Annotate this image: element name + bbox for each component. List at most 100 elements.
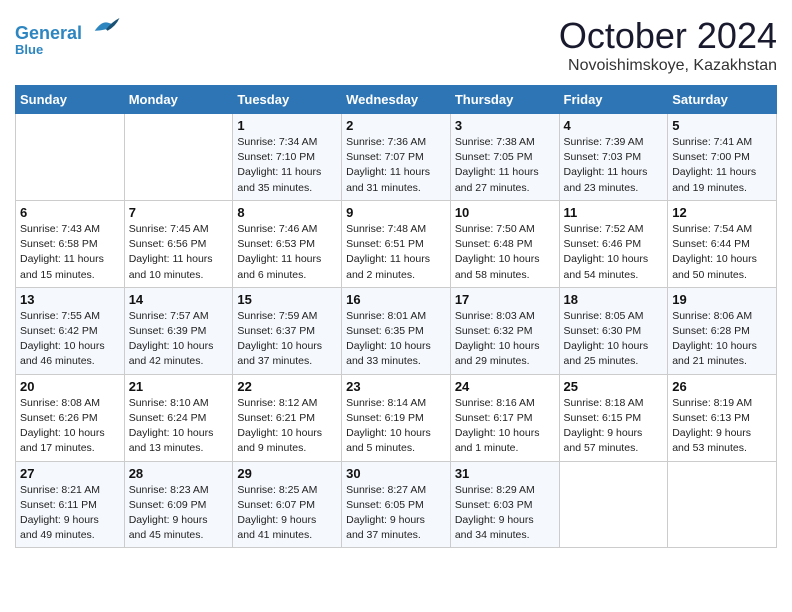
day-info: Sunrise: 8:18 AM Sunset: 6:15 PM Dayligh… [564, 396, 664, 457]
day-info: Sunrise: 7:54 AM Sunset: 6:44 PM Dayligh… [672, 222, 772, 283]
calendar-week-row: 6Sunrise: 7:43 AM Sunset: 6:58 PM Daylig… [16, 200, 777, 287]
day-number: 14 [129, 292, 229, 307]
calendar-cell: 26 Sunrise: 8:19 AM Sunset: 6:13 PM Dayli… [668, 374, 777, 461]
day-number: 13 [20, 292, 120, 307]
calendar-cell: 15 Sunrise: 7:59 AM Sunset: 6:37 PM Dayli… [233, 287, 342, 374]
calendar-cell: 23 Sunrise: 8:14 AM Sunset: 6:19 PM Dayli… [342, 374, 451, 461]
calendar-cell: 13 Sunrise: 7:55 AM Sunset: 6:42 PM Dayli… [16, 287, 125, 374]
day-info: Sunrise: 8:27 AM Sunset: 6:05 PM Dayligh… [346, 483, 446, 544]
day-number: 31 [455, 466, 555, 481]
calendar-cell: 30Sunrise: 8:27 AM Sunset: 6:05 PM Dayli… [342, 461, 451, 548]
day-number: 11 [564, 205, 664, 220]
day-number: 27 [20, 466, 120, 481]
day-number: 1 [237, 118, 337, 133]
day-info: Sunrise: 8:29 AM Sunset: 6:03 PM Dayligh… [455, 483, 555, 544]
weekday-header: Wednesday [342, 86, 451, 114]
day-number: 21 [129, 379, 229, 394]
calendar-cell: 20 Sunrise: 8:08 AM Sunset: 6:26 PM Dayli… [16, 374, 125, 461]
calendar-cell: 18 Sunrise: 8:05 AM Sunset: 6:30 PM Dayli… [559, 287, 668, 374]
day-info: Sunrise: 8:05 AM Sunset: 6:30 PM Dayligh… [564, 309, 664, 370]
calendar-cell: 29 Sunrise: 8:25 AM Sunset: 6:07 PM Dayli… [233, 461, 342, 548]
day-number: 29 [237, 466, 337, 481]
day-info: Sunrise: 8:03 AM Sunset: 6:32 PM Dayligh… [455, 309, 555, 370]
day-number: 10 [455, 205, 555, 220]
page-header: General Blue October 2024 Novoishimskoye… [15, 15, 777, 75]
month-title: October 2024 [559, 15, 777, 57]
day-info: Sunrise: 7:41 AM Sunset: 7:00 PM Dayligh… [672, 135, 772, 196]
calendar-week-row: 20 Sunrise: 8:08 AM Sunset: 6:26 PM Dayli… [16, 374, 777, 461]
logo-general: General [15, 23, 82, 43]
calendar-cell: 10 Sunrise: 7:50 AM Sunset: 6:48 PM Dayli… [450, 200, 559, 287]
weekday-header: Tuesday [233, 86, 342, 114]
day-number: 4 [564, 118, 664, 133]
calendar-cell: 19Sunrise: 8:06 AM Sunset: 6:28 PM Dayli… [668, 287, 777, 374]
day-info: Sunrise: 7:39 AM Sunset: 7:03 PM Dayligh… [564, 135, 664, 196]
calendar-cell: 25Sunrise: 8:18 AM Sunset: 6:15 PM Dayli… [559, 374, 668, 461]
calendar-cell: 6Sunrise: 7:43 AM Sunset: 6:58 PM Daylig… [16, 200, 125, 287]
day-info: Sunrise: 7:48 AM Sunset: 6:51 PM Dayligh… [346, 222, 446, 283]
calendar-cell: 24Sunrise: 8:16 AM Sunset: 6:17 PM Dayli… [450, 374, 559, 461]
calendar-cell: 16 Sunrise: 8:01 AM Sunset: 6:35 PM Dayli… [342, 287, 451, 374]
day-number: 8 [237, 205, 337, 220]
day-number: 17 [455, 292, 555, 307]
calendar-cell: 17 Sunrise: 8:03 AM Sunset: 6:32 PM Dayli… [450, 287, 559, 374]
day-number: 23 [346, 379, 446, 394]
calendar-table: SundayMondayTuesdayWednesdayThursdayFrid… [15, 85, 777, 548]
calendar-cell: 11 Sunrise: 7:52 AM Sunset: 6:46 PM Dayli… [559, 200, 668, 287]
calendar-cell [124, 114, 233, 201]
calendar-week-row: 27 Sunrise: 8:21 AM Sunset: 6:11 PM Dayli… [16, 461, 777, 548]
day-info: Sunrise: 8:01 AM Sunset: 6:35 PM Dayligh… [346, 309, 446, 370]
day-info: Sunrise: 8:08 AM Sunset: 6:26 PM Dayligh… [20, 396, 120, 457]
day-info: Sunrise: 8:25 AM Sunset: 6:07 PM Dayligh… [237, 483, 337, 544]
day-number: 3 [455, 118, 555, 133]
logo-text: General [15, 15, 121, 44]
calendar-cell: 3 Sunrise: 7:38 AM Sunset: 7:05 PM Daylig… [450, 114, 559, 201]
calendar-cell: 28 Sunrise: 8:23 AM Sunset: 6:09 PM Dayli… [124, 461, 233, 548]
calendar-cell: 14 Sunrise: 7:57 AM Sunset: 6:39 PM Dayli… [124, 287, 233, 374]
day-info: Sunrise: 8:10 AM Sunset: 6:24 PM Dayligh… [129, 396, 229, 457]
calendar-cell: 27 Sunrise: 8:21 AM Sunset: 6:11 PM Dayli… [16, 461, 125, 548]
weekday-header: Friday [559, 86, 668, 114]
calendar-cell: 12 Sunrise: 7:54 AM Sunset: 6:44 PM Dayli… [668, 200, 777, 287]
day-number: 5 [672, 118, 772, 133]
title-section: October 2024 Novoishimskoye, Kazakhstan [559, 15, 777, 75]
day-number: 15 [237, 292, 337, 307]
day-number: 12 [672, 205, 772, 220]
day-info: Sunrise: 8:16 AM Sunset: 6:17 PM Dayligh… [455, 396, 555, 457]
day-number: 7 [129, 205, 229, 220]
day-info: Sunrise: 8:23 AM Sunset: 6:09 PM Dayligh… [129, 483, 229, 544]
weekday-header: Monday [124, 86, 233, 114]
calendar-cell: 2 Sunrise: 7:36 AM Sunset: 7:07 PM Daylig… [342, 114, 451, 201]
logo-blue: Blue [15, 42, 121, 57]
day-number: 20 [20, 379, 120, 394]
day-info: Sunrise: 7:57 AM Sunset: 6:39 PM Dayligh… [129, 309, 229, 370]
day-info: Sunrise: 7:50 AM Sunset: 6:48 PM Dayligh… [455, 222, 555, 283]
day-number: 18 [564, 292, 664, 307]
day-info: Sunrise: 7:38 AM Sunset: 7:05 PM Dayligh… [455, 135, 555, 196]
calendar-cell: 21 Sunrise: 8:10 AM Sunset: 6:24 PM Dayli… [124, 374, 233, 461]
day-info: Sunrise: 7:55 AM Sunset: 6:42 PM Dayligh… [20, 309, 120, 370]
calendar-cell: 9Sunrise: 7:48 AM Sunset: 6:51 PM Daylig… [342, 200, 451, 287]
day-number: 2 [346, 118, 446, 133]
day-info: Sunrise: 7:52 AM Sunset: 6:46 PM Dayligh… [564, 222, 664, 283]
calendar-cell: 7Sunrise: 7:45 AM Sunset: 6:56 PM Daylig… [124, 200, 233, 287]
location: Novoishimskoye, Kazakhstan [559, 57, 777, 75]
calendar-cell: 5 Sunrise: 7:41 AM Sunset: 7:00 PM Daylig… [668, 114, 777, 201]
calendar-cell [668, 461, 777, 548]
day-number: 26 [672, 379, 772, 394]
calendar-cell [16, 114, 125, 201]
day-info: Sunrise: 8:21 AM Sunset: 6:11 PM Dayligh… [20, 483, 120, 544]
day-info: Sunrise: 7:36 AM Sunset: 7:07 PM Dayligh… [346, 135, 446, 196]
day-info: Sunrise: 8:14 AM Sunset: 6:19 PM Dayligh… [346, 396, 446, 457]
day-number: 28 [129, 466, 229, 481]
day-number: 16 [346, 292, 446, 307]
day-info: Sunrise: 7:59 AM Sunset: 6:37 PM Dayligh… [237, 309, 337, 370]
calendar-cell: 1 Sunrise: 7:34 AM Sunset: 7:10 PM Daylig… [233, 114, 342, 201]
weekday-header-row: SundayMondayTuesdayWednesdayThursdayFrid… [16, 86, 777, 114]
day-info: Sunrise: 7:34 AM Sunset: 7:10 PM Dayligh… [237, 135, 337, 196]
weekday-header: Sunday [16, 86, 125, 114]
weekday-header: Thursday [450, 86, 559, 114]
calendar-week-row: 13 Sunrise: 7:55 AM Sunset: 6:42 PM Dayli… [16, 287, 777, 374]
calendar-cell [559, 461, 668, 548]
day-info: Sunrise: 8:19 AM Sunset: 6:13 PM Dayligh… [672, 396, 772, 457]
